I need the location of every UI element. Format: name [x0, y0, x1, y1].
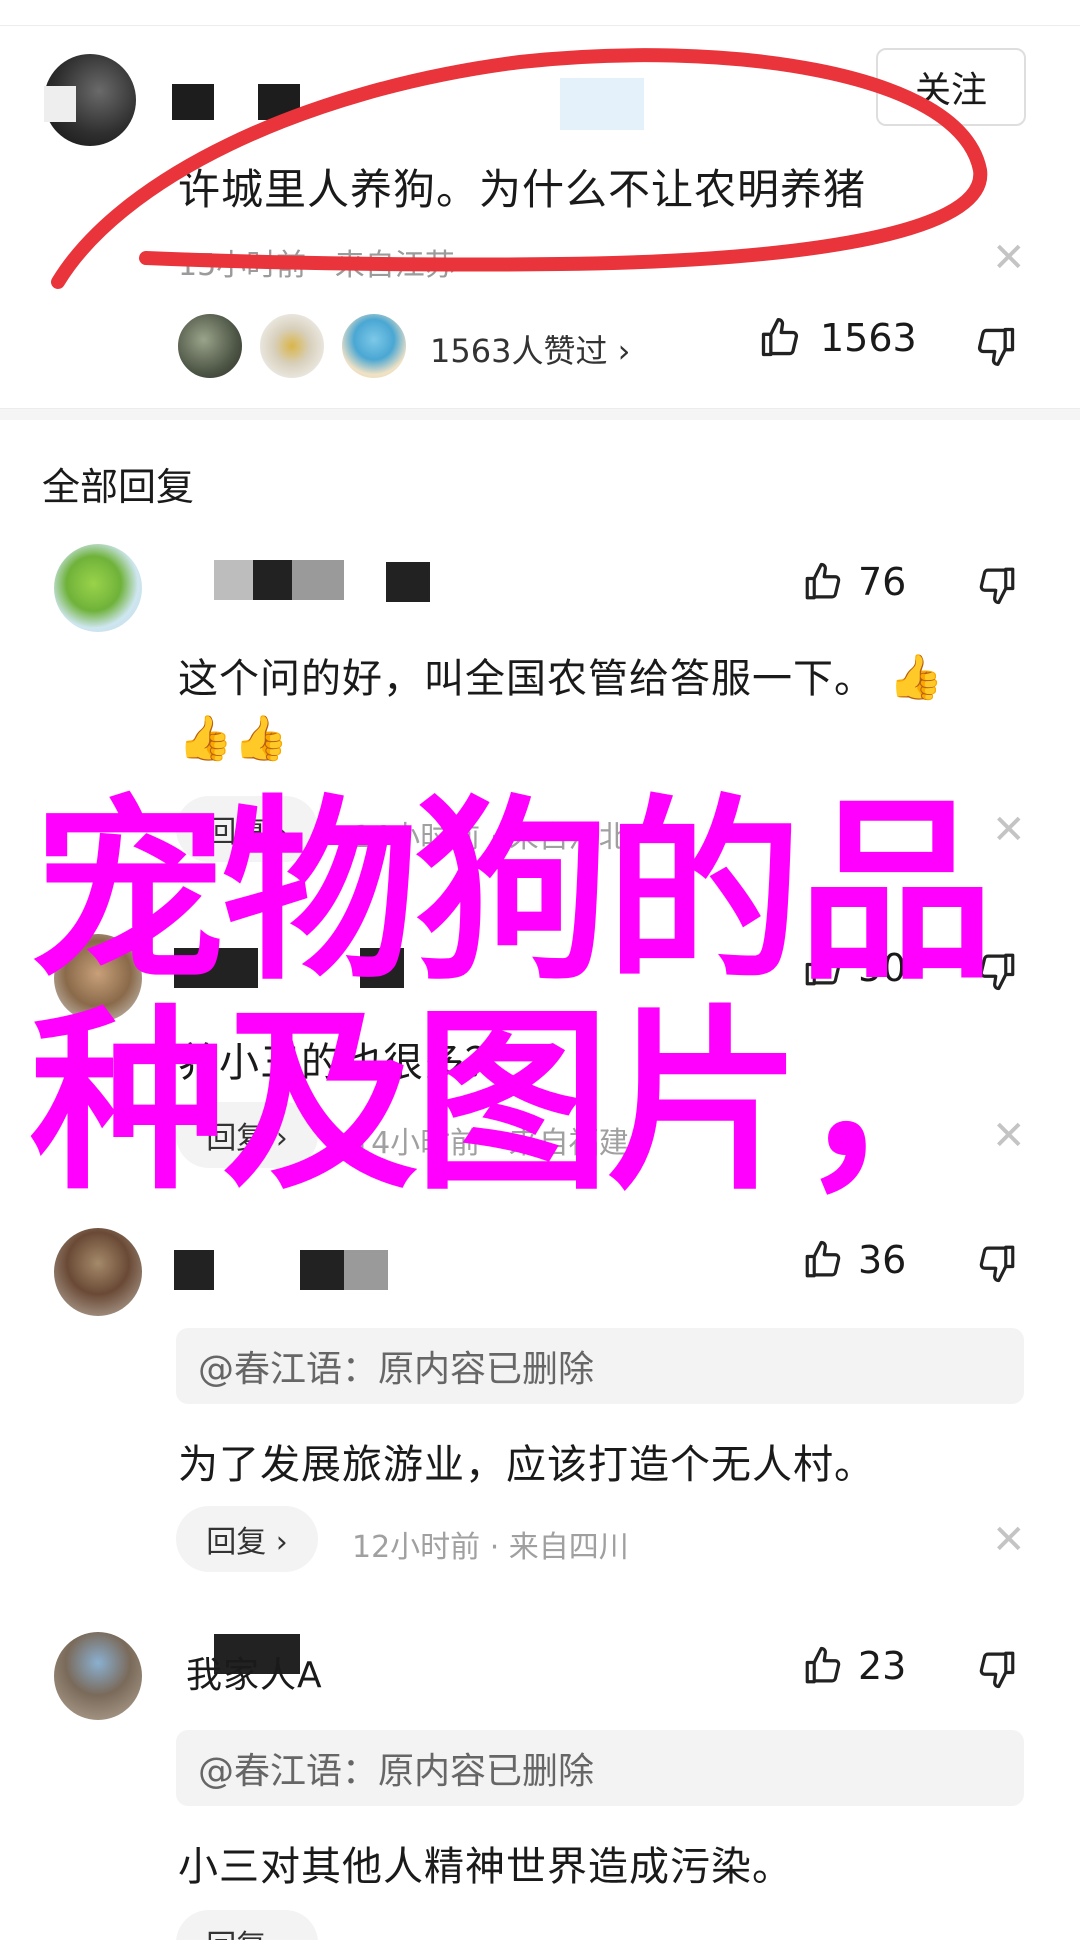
reply-avatar[interactable] [54, 934, 142, 1022]
reply-author-name[interactable]: 我家人A [186, 1646, 323, 1698]
thumbs-up-emoji: 👍 [178, 713, 234, 764]
quoted-comment[interactable]: @春江语：原内容已删除 [176, 1328, 1024, 1404]
reply-meta: 14小时前 · 来自河北 [352, 820, 629, 855]
like-button[interactable]: 50 [802, 946, 906, 990]
redaction-mask [214, 560, 344, 600]
close-icon[interactable]: ✕ [992, 1520, 1026, 1560]
thumbs-down-icon[interactable] [976, 1648, 1018, 1690]
reply-button[interactable]: 回复 › [176, 1102, 318, 1168]
redaction-mask [258, 84, 300, 120]
reply-avatar[interactable] [54, 1632, 142, 1720]
like-button[interactable]: 23 [802, 1644, 906, 1688]
comment-text: 许城里人养狗。为什么不让农明养猪 [178, 165, 867, 214]
thumbs-down-icon[interactable] [976, 1242, 1018, 1284]
redaction-mask [172, 84, 214, 120]
follow-button[interactable]: 关注 [876, 48, 1026, 126]
redaction-mask [386, 562, 430, 602]
liker-avatar [258, 312, 326, 380]
like-count: 1563 [820, 316, 917, 360]
reply-button[interactable]: 回复 › [176, 1910, 318, 1940]
like-count: 36 [858, 1238, 907, 1282]
main-comment: 关注 许城里人养狗。为什么不让农明养猪 15小时前 · 来自江苏 ✕ 1563人… [0, 26, 1080, 408]
top-divider [0, 0, 1080, 26]
thumbs-up-emoji: 👍 [233, 713, 290, 764]
reply-text-content: 这个问的好，叫全国农管给答服一下。 [178, 656, 875, 702]
reply-avatar[interactable] [54, 544, 142, 632]
reply-text: 为了发展旅游业，应该打造个无人村。 [178, 1442, 875, 1488]
redaction-mask [300, 1250, 388, 1290]
thumbs-down-icon[interactable] [976, 564, 1018, 606]
reply-text: 这个问的好，叫全国农管给答服一下。 👍 [178, 646, 945, 704]
thumbs-up-icon [805, 562, 841, 600]
liker-avatar [176, 312, 244, 380]
redaction-mask [44, 86, 76, 122]
close-icon[interactable]: ✕ [992, 238, 1026, 278]
comment-meta: 15小时前 · 来自江苏 [178, 248, 455, 283]
thumbs-down-icon[interactable] [974, 324, 1018, 368]
thumbs-up-icon [805, 1240, 841, 1278]
close-icon[interactable]: ✕ [992, 1116, 1026, 1156]
like-count: 50 [858, 946, 907, 990]
like-button[interactable]: 36 [802, 1238, 906, 1282]
thumbs-up-icon [761, 318, 799, 357]
reply-button[interactable]: 回复 › [176, 796, 318, 862]
redaction-mask [174, 948, 258, 988]
reply-text: 养小三的也很多？ [178, 1040, 506, 1086]
reply-button[interactable]: 回复 › [176, 1506, 318, 1572]
like-count: 23 [858, 1644, 907, 1688]
like-button[interactable]: 1563 [758, 316, 917, 360]
redaction-mask [360, 948, 404, 988]
likers-avatars[interactable] [176, 312, 422, 380]
reply-meta: 12小时前 · 来自四川 [352, 1530, 629, 1565]
section-divider [0, 408, 1080, 420]
liker-avatar [340, 312, 408, 380]
reply-avatar[interactable] [54, 1228, 142, 1316]
thumbs-down-icon[interactable] [976, 950, 1018, 992]
reply-text: 小三对其他人精神世界造成污染。 [178, 1844, 793, 1890]
redaction-mask [560, 78, 644, 130]
like-count: 76 [858, 560, 907, 604]
thumbs-up-emoji: 👍 [888, 652, 945, 703]
thumbs-up-icon [805, 948, 841, 986]
redaction-mask [174, 1250, 214, 1290]
reply-emoji-row: 👍👍 [178, 712, 290, 764]
reply-meta: 14小时前 · 来自福建 [352, 1126, 629, 1161]
likers-link[interactable]: 1563人赞过 › [430, 326, 630, 372]
thumbs-up-icon [805, 1646, 841, 1684]
like-button[interactable]: 76 [802, 560, 906, 604]
quoted-comment[interactable]: @春江语：原内容已删除 [176, 1730, 1024, 1806]
section-title: 全部回复 [42, 465, 195, 509]
close-icon[interactable]: ✕ [992, 810, 1026, 850]
